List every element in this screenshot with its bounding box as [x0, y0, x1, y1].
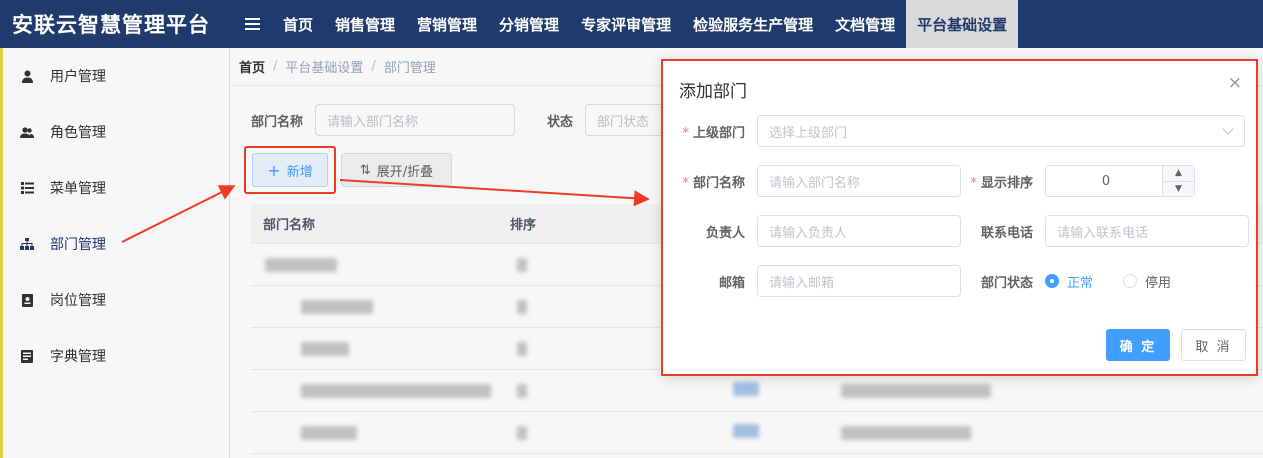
breadcrumb-separator: /: [273, 59, 278, 74]
redacted-cell: [517, 258, 527, 272]
sort-icon: ⇅: [359, 162, 371, 178]
sidebar-item-roles[interactable]: 角色管理: [0, 104, 229, 160]
breadcrumb-platform-settings: 平台基础设置: [285, 61, 364, 76]
dept-status-label: 部门状态: [980, 275, 1033, 291]
stepper-buttons: ▲ ▼: [1162, 166, 1194, 196]
user-icon: [20, 69, 34, 83]
radio-checked-icon: [1045, 274, 1059, 288]
column-header-order: 排序: [510, 218, 537, 233]
nav-item-documents[interactable]: 文档管理: [824, 0, 906, 48]
column-header-dept-name: 部门名称: [263, 218, 316, 233]
search-form: 部门名称 请输入部门名称 状态 部门状态: [251, 104, 676, 136]
radio-unchecked-icon: [1123, 274, 1138, 288]
redacted-cell: [517, 426, 527, 440]
dept-name-label: * 部门名称: [682, 175, 745, 191]
status-label: 状态: [547, 114, 574, 130]
phone-label: 联系电话: [980, 225, 1033, 241]
cancel-button[interactable]: 取 消: [1181, 329, 1246, 361]
status-normal-label: 正常: [1067, 275, 1094, 291]
status-radio-normal[interactable]: 正常: [1045, 272, 1093, 291]
list-icon: [20, 181, 34, 195]
parent-dept-select[interactable]: 选择上级部门: [757, 115, 1245, 147]
sidebar: 用户管理 角色管理 菜单管理 部门管理 岗位管理 字典管理: [0, 48, 230, 458]
leader-input[interactable]: 请输入负责人: [757, 215, 961, 247]
sidebar-item-label: 字典管理: [50, 349, 106, 365]
sidebar-item-label: 菜单管理: [50, 181, 106, 197]
nav-item-expert-review[interactable]: 专家评审管理: [570, 0, 682, 48]
breadcrumb-separator: /: [371, 59, 376, 74]
hamburger-icon[interactable]: [232, 18, 272, 30]
parent-dept-placeholder: 选择上级部门: [769, 125, 848, 141]
order-stepper[interactable]: 0 ▲ ▼: [1045, 165, 1195, 197]
redacted-status-tag: [733, 424, 759, 438]
required-mark: *: [682, 175, 689, 191]
form-row-leader-phone: 负责人 请输入负责人 联系电话 请输入联系电话: [663, 215, 1249, 247]
dept-name-input[interactable]: 请输入部门名称: [757, 165, 961, 197]
breadcrumb-departments: 部门管理: [383, 61, 436, 76]
nav-item-marketing[interactable]: 营销管理: [406, 0, 488, 48]
redacted-cell: [265, 258, 337, 272]
sidebar-item-label: 角色管理: [50, 125, 106, 141]
sidebar-item-departments[interactable]: 部门管理: [0, 216, 229, 272]
redacted-cell: [517, 342, 527, 356]
table-row[interactable]: [251, 412, 1263, 454]
sidebar-item-positions[interactable]: 岗位管理: [0, 272, 229, 328]
expand-collapse-label: 展开/折叠: [376, 164, 434, 180]
top-header: 安联云智慧管理平台 首页 销售管理 营销管理 分销管理 专家评审管理 检验服务生…: [0, 0, 1263, 48]
parent-dept-label: * 上级部门: [682, 125, 745, 141]
form-row-parent: * 上级部门 选择上级部门: [663, 115, 1245, 147]
redacted-cell: [301, 384, 491, 398]
decrease-icon[interactable]: ▼: [1163, 182, 1194, 197]
redacted-cell: [301, 342, 349, 356]
increase-icon[interactable]: ▲: [1163, 166, 1194, 182]
sidebar-item-label: 岗位管理: [50, 293, 106, 309]
redacted-status-tag: [733, 382, 759, 396]
sidebar-item-menus[interactable]: 菜单管理: [0, 160, 229, 216]
redacted-cell: [301, 300, 373, 314]
sidebar-item-label: 用户管理: [50, 69, 106, 85]
redacted-cell: [517, 300, 527, 314]
nav-item-sales[interactable]: 销售管理: [324, 0, 406, 48]
email-label: 邮箱: [718, 275, 745, 291]
breadcrumb-home[interactable]: 首页: [239, 57, 265, 76]
redacted-cell: [841, 384, 991, 398]
app-title: 安联云智慧管理平台: [12, 13, 210, 37]
required-mark: *: [682, 125, 689, 141]
expand-collapse-button[interactable]: ⇅ 展开/折叠: [341, 153, 452, 187]
dialog-title: 添加部门: [679, 82, 747, 102]
dept-name-search-input[interactable]: 请输入部门名称: [315, 104, 516, 136]
confirm-button[interactable]: 确 定: [1106, 329, 1170, 361]
dept-name-label: 部门名称: [251, 114, 304, 130]
close-icon[interactable]: ×: [1228, 73, 1242, 93]
status-radio-disabled[interactable]: 停用: [1123, 272, 1171, 291]
annotation-highlight-box: [244, 146, 336, 194]
required-mark: *: [970, 175, 977, 191]
form-row-email-status: 邮箱 请输入邮箱 部门状态 正常 停用: [663, 265, 1201, 297]
nav-item-home[interactable]: 首页: [272, 0, 324, 48]
book-icon: [20, 349, 34, 363]
order-label: * 显示排序: [970, 175, 1033, 191]
add-department-dialog: 添加部门 × * 上级部门 选择上级部门 * 部门名称 请输入部门名称 * 显示排序 …: [661, 59, 1258, 376]
redacted-cell: [517, 384, 527, 398]
chevron-down-icon: [1222, 123, 1234, 135]
leader-label: 负责人: [705, 225, 745, 241]
users-icon: [20, 125, 34, 139]
sidebar-item-users[interactable]: 用户管理: [0, 48, 229, 104]
redacted-cell: [841, 426, 971, 440]
id-card-icon: [20, 293, 34, 307]
phone-input[interactable]: 请输入联系电话: [1045, 215, 1249, 247]
status-disabled-label: 停用: [1145, 275, 1172, 291]
nav-item-platform-settings[interactable]: 平台基础设置: [906, 0, 1019, 48]
sidebar-item-label: 部门管理: [50, 237, 106, 253]
table-row[interactable]: [251, 370, 1263, 412]
email-input[interactable]: 请输入邮箱: [757, 265, 961, 297]
nav-item-inspection[interactable]: 检验服务生产管理: [682, 0, 824, 48]
top-nav: 首页 销售管理 营销管理 分销管理 专家评审管理 检验服务生产管理 文档管理 平…: [272, 0, 1019, 48]
form-row-name-order: * 部门名称 请输入部门名称 * 显示排序 0 ▲ ▼: [663, 165, 1195, 197]
nav-item-distribution[interactable]: 分销管理: [488, 0, 570, 48]
sitemap-icon: [20, 237, 34, 251]
sidebar-item-dictionary[interactable]: 字典管理: [0, 328, 229, 384]
redacted-cell: [301, 426, 357, 440]
